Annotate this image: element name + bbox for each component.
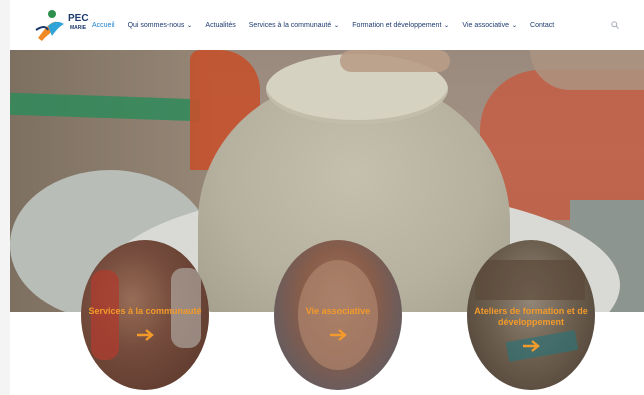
potter-hand [340,50,450,72]
arrow-right-icon [523,340,540,352]
nav-item-label: Vie associative [462,21,509,29]
nav-item-label: Actualités [205,21,236,29]
arrow-right-icon [330,329,347,341]
card-photo-detail [475,260,585,300]
chevron-down-icon: ⌄ [443,22,450,29]
main-nav: Accueil Qui sommes-nous ⌄ Actualités Ser… [92,0,567,50]
nav-item-formation[interactable]: Formation et développement ⌄ [352,21,450,29]
chevron-down-icon: ⌄ [511,22,518,29]
card-label: Ateliers de formation et de développemen… [474,306,588,327]
nav-item-vie-associative[interactable]: Vie associative ⌄ [462,22,517,29]
arrow-right-icon [137,329,154,341]
nav-item-qui-sommes-nous[interactable]: Qui sommes-nous ⌄ [128,22,193,29]
nav-item-actualites[interactable]: Actualités [205,22,235,29]
chevron-down-icon: ⌄ [333,22,340,29]
card-photo-detail [505,330,579,362]
card-ateliers-formation[interactable]: Ateliers de formation et de développemen… [467,240,595,390]
card-services-communaute[interactable]: Services à la communauté [81,240,209,390]
logo-text: PEC [68,13,89,24]
card-label: Vie associative [305,306,371,316]
nav-item-accueil[interactable]: Accueil [92,22,115,29]
nav-item-label: Services à la communauté [248,21,332,29]
nav-item-label: Contact [530,21,555,29]
search-icon[interactable] [611,21,619,29]
nav-item-contact[interactable]: Contact [530,22,554,29]
card-label: Services à la communauté [88,306,202,316]
nav-item-label: Accueil [92,21,115,29]
card-vie-associative[interactable]: Vie associative [274,240,402,390]
logo-subtext: MARIE [70,25,87,31]
nav-item-services[interactable]: Services à la communauté ⌄ [249,22,340,29]
site-header: PEC MARIE Accueil Qui sommes-nous ⌄ Actu… [10,0,644,50]
nav-item-label: Formation et développement [352,21,442,29]
chevron-down-icon: ⌄ [186,22,193,29]
nav-item-label: Qui sommes-nous [127,21,185,29]
